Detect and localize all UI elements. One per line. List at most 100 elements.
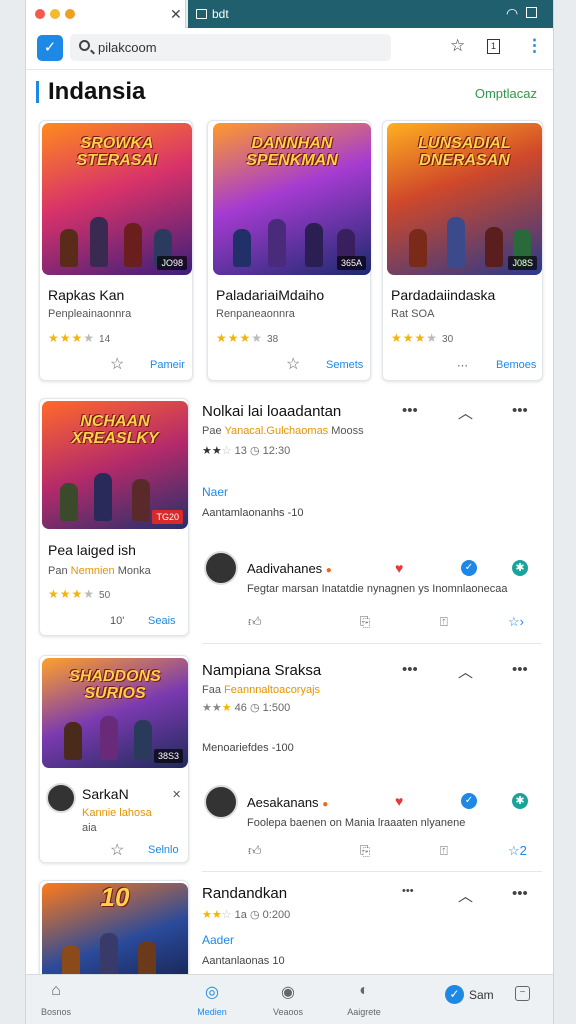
item-subtitle: Faa Feannnaltoacoryajs	[202, 684, 321, 696]
restore-icon[interactable]	[526, 7, 537, 18]
favorite-star-icon[interactable]: ☆	[286, 354, 300, 374]
open-link[interactable]: Bemoes	[496, 359, 536, 371]
close-icon[interactable]: ✕	[172, 788, 181, 801]
item-description: Aantanlaonas 10	[202, 955, 285, 967]
item-title[interactable]: Nolkai lai loaadantan	[202, 403, 341, 420]
settings-icon[interactable]: ✱	[512, 793, 528, 809]
bookmark-star-icon[interactable]: ☆	[450, 36, 465, 56]
favorite-star-icon[interactable]: ☆	[110, 840, 124, 860]
game-badge: 38S3	[153, 749, 183, 763]
game-art: LUNSADIAL DNERASAN J08S	[387, 123, 542, 275]
item-description: Menoariefdes -100	[202, 742, 294, 754]
rating-stars: ★★★★ 50	[48, 587, 111, 601]
bookmark-icon[interactable]: ⍐	[440, 614, 448, 630]
game-art: SROWKA STERASAI JO98	[42, 123, 192, 275]
open-link[interactable]: Selnlo	[148, 844, 179, 856]
game-art-title: LUNSADIAL DNERASAN	[418, 135, 511, 169]
game-card[interactable]: LUNSADIAL DNERASAN J08S Pardadaiindaska …	[382, 120, 543, 381]
bookmark-icon[interactable]: ⍐	[440, 843, 448, 859]
comment-text: Fegtar marsan Inatatdie nynagnen ys Inom…	[247, 583, 508, 595]
home-icon: ⌂	[51, 982, 61, 999]
app-window: ✕ bdt ◠ ✕ ✓ pilakcoom ☆ 1 ⋮ Indansia Omp…	[25, 0, 554, 1024]
search-icon	[79, 40, 90, 51]
heart-icon[interactable]: ♥	[395, 560, 403, 576]
more-vert-icon[interactable]: ⋮	[526, 36, 543, 56]
nav-media[interactable]: ◎ Medien	[182, 982, 242, 1020]
game-subtitle-extra: aia	[82, 822, 97, 834]
collapse-icon[interactable]: ︿	[458, 885, 473, 906]
close-dot[interactable]	[35, 9, 45, 19]
search-bar[interactable]: pilakcoom	[70, 34, 391, 61]
item-subtitle: Pae Yanacal.Gulchaomas Mooss	[202, 425, 364, 437]
toolbar: ✓ pilakcoom ☆ 1 ⋮	[26, 28, 553, 70]
game-name: Rapkas Kan	[48, 287, 125, 303]
open-link[interactable]: Semets	[326, 359, 363, 371]
more-icon[interactable]: •••	[402, 402, 418, 419]
open-link[interactable]: Pameir	[150, 359, 185, 371]
more-icon[interactable]: •••	[512, 402, 528, 419]
game-card[interactable]: SROWKA STERASAI JO98 Rapkas Kan Penpleai…	[39, 120, 193, 381]
more-icon[interactable]: •••	[402, 885, 414, 897]
save-label[interactable]: Sam	[469, 988, 494, 1002]
game-art: NCHAAN XREASLKY TG20	[42, 401, 188, 529]
share-icon[interactable]: ⎘	[360, 843, 370, 859]
share-icon[interactable]: ⎘	[360, 614, 370, 630]
rate-star-icon[interactable]: ☆›	[508, 614, 524, 630]
tab-close-icon[interactable]: ✕	[170, 6, 182, 23]
open-link[interactable]: Seais	[148, 615, 176, 627]
more-icon[interactable]: •••	[402, 661, 418, 678]
game-name: Pea laiged ish	[48, 542, 136, 558]
maximize-dot[interactable]	[65, 9, 75, 19]
game-subtitle: Pan Nemnien Monka	[48, 565, 151, 577]
profile-icon: ◐	[359, 982, 369, 999]
list-card[interactable]: SHADDONS SURIOS 38S3 SarkaN Kannie lahos…	[39, 655, 189, 863]
game-badge: 365A	[336, 256, 366, 270]
media-icon: ◎	[205, 984, 219, 1001]
avatar[interactable]	[204, 785, 238, 819]
nav-home[interactable]: ⌂ Bosnos	[26, 982, 86, 1020]
like-icon[interactable]: 👍︎	[248, 843, 262, 859]
nav-chat[interactable]: ◉ Veaoos	[258, 982, 318, 1020]
avatar[interactable]	[46, 783, 76, 813]
search-input[interactable]: pilakcoom	[98, 40, 157, 55]
check-icon[interactable]: ✓	[461, 793, 477, 809]
item-link[interactable]: Aader	[202, 933, 234, 947]
avatar[interactable]	[204, 551, 238, 585]
heart-icon[interactable]: ♥	[395, 793, 403, 809]
settings-icon[interactable]: ✱	[512, 560, 528, 576]
more-label: ⋯	[457, 360, 468, 372]
game-subtitle: Rat SOA	[391, 308, 435, 320]
collapse-icon[interactable]: ︿	[458, 661, 473, 682]
check-icon[interactable]: ✓	[461, 560, 477, 576]
tabs-icon[interactable]: 1	[487, 39, 500, 54]
collapse-icon[interactable]: ︿	[458, 402, 473, 423]
save-check-icon[interactable]: ✓	[445, 985, 464, 1004]
header-link[interactable]: Omptlacaz	[475, 86, 537, 101]
app-logo-icon[interactable]: ✓	[37, 35, 63, 61]
minimize-dot[interactable]	[50, 9, 60, 19]
more-icon[interactable]: •••	[512, 661, 528, 678]
item-title[interactable]: Nampiana Sraksa	[202, 662, 321, 679]
user-name: Aesakanans ●	[247, 795, 329, 810]
game-subtitle: Penpleainaonnra	[48, 308, 132, 320]
more-icon[interactable]: •••	[512, 885, 528, 902]
item-link[interactable]: Naer	[202, 485, 228, 499]
game-name: PaladariaiMdaiho	[216, 287, 325, 303]
game-art-title: 10	[100, 883, 130, 912]
user-name: Aadivahanes ●	[247, 561, 332, 576]
item-title[interactable]: Randandkan	[202, 885, 287, 902]
menu-square-icon[interactable]: −	[515, 986, 530, 1001]
rate-star-icon[interactable]: ☆2	[508, 843, 527, 859]
tab-secondary[interactable]: bdt ◠ ✕	[188, 0, 553, 28]
tab-active[interactable]: ✕	[26, 0, 186, 28]
game-card[interactable]: DANNHAN SPENKMAN 365A PaladariaiMdaiho R…	[207, 120, 371, 381]
game-subtitle: Renpaneaonnra	[216, 308, 295, 320]
favorite-star-icon[interactable]: ☆	[110, 354, 124, 374]
like-icon[interactable]: 👍︎	[248, 614, 262, 630]
nav-profile[interactable]: ◐ Aaigrete	[334, 982, 394, 1020]
game-name: SarkaN	[82, 786, 129, 802]
game-art-title: NCHAAN XREASLKY	[71, 413, 159, 447]
rating-stars: ★★★★ 38	[216, 331, 279, 345]
list-card[interactable]: NCHAAN XREASLKY TG20 Pea laiged ish Pan …	[39, 398, 189, 636]
game-art: SHADDONS SURIOS 38S3	[42, 658, 188, 768]
